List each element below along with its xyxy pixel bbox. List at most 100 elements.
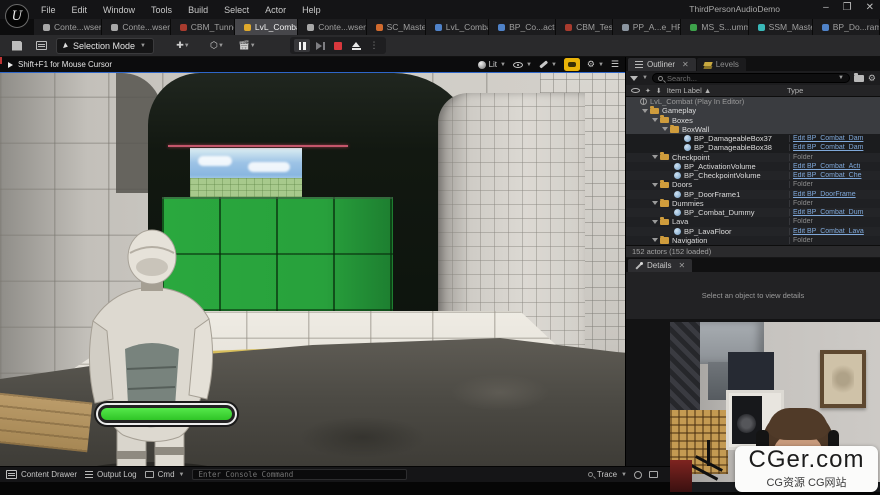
blueprints-dropdown[interactable]: ⬡▼: [208, 38, 226, 53]
tab-content-browser-1[interactable]: Conte...wser 1: [34, 19, 102, 35]
tab-lvl-combat[interactable]: LvL_Combat: [235, 19, 298, 35]
outliner-row-folder[interactable]: LavaFolder: [626, 217, 880, 226]
eye-icon: [513, 62, 523, 68]
outliner-row-actor[interactable]: BP_LavaFloorEdit BP_Combat_Lava: [626, 227, 880, 236]
outliner-row-actor[interactable]: BP_Combat_DummyEdit BP_Combat_Dum: [626, 208, 880, 217]
tab-details[interactable]: Details✕: [628, 259, 692, 272]
chevron-down-icon[interactable]: ▼: [838, 75, 844, 81]
status-record-icon[interactable]: [634, 471, 642, 479]
outliner-row-actor[interactable]: BP_CheckpointVolumeEdit BP_Combat_Che: [626, 171, 880, 180]
edit-blueprint-link[interactable]: Edit BP_Combat_Lava: [789, 228, 877, 235]
menu-select[interactable]: Select: [217, 2, 256, 18]
tab-ssm-master[interactable]: SSM_Master: [749, 19, 813, 35]
create-folder-icon[interactable]: [854, 75, 864, 82]
expander-icon[interactable]: [652, 155, 658, 159]
menu-actor[interactable]: Actor: [258, 2, 293, 18]
show-flags-dropdown[interactable]: ▼: [513, 62, 532, 68]
outliner-row-folder[interactable]: BoxWall: [626, 125, 880, 134]
status-snapshot-icon[interactable]: [649, 471, 658, 478]
expander-icon[interactable]: [662, 127, 668, 131]
sort-arrow-icon[interactable]: ⬇: [656, 87, 662, 95]
content-drawer-toggle[interactable]: Content Drawer: [6, 470, 77, 479]
laser-line: [168, 145, 348, 147]
pause-button[interactable]: [294, 39, 310, 52]
outliner-row-folder[interactable]: Boxes: [626, 116, 880, 125]
tab-pp-hpf[interactable]: PP_A...e_HPF: [613, 19, 682, 35]
play-options-button[interactable]: ⋮: [366, 39, 382, 52]
level-viewport[interactable]: Shift+F1 for Mouse Cursor Lit▼ ▼ ▼ ⚙▼ ☰: [0, 57, 625, 466]
outliner-row-world[interactable]: LvL_Combat (Play In Editor): [626, 97, 880, 106]
expander-icon[interactable]: [642, 109, 648, 113]
outliner-row-folder[interactable]: NavigationFolder: [626, 236, 880, 245]
edit-blueprint-link[interactable]: Edit BP_Combat_Acti: [789, 163, 877, 170]
output-log-toggle[interactable]: Output Log: [85, 470, 137, 479]
outliner-settings-icon[interactable]: ⚙: [868, 73, 876, 84]
tab-ms-dummy[interactable]: MS_S...ummy: [681, 19, 748, 35]
selection-mode-dropdown[interactable]: Selection Mode ▼: [56, 38, 154, 54]
tab-bp-doorframe[interactable]: BP_Do...rame: [813, 19, 880, 35]
brush-dropdown[interactable]: ▼: [539, 62, 557, 68]
tab-bp-character[interactable]: BP_Co...acter: [489, 19, 556, 35]
filter-funnel-icon[interactable]: [630, 76, 638, 81]
cinematics-dropdown[interactable]: 🎬︎▼: [238, 38, 256, 53]
tab-content-browser-2[interactable]: Conte...wser 2: [102, 19, 170, 35]
tab-levels[interactable]: Levels: [697, 58, 746, 71]
outliner-row-actor[interactable]: BP_DoorFrame1Edit BP_DoorFrame: [626, 190, 880, 199]
expander-icon[interactable]: [652, 238, 658, 242]
visibility-column-icon[interactable]: [631, 88, 640, 93]
add-actor-dropdown[interactable]: ✚▼: [174, 38, 192, 53]
content-drawer-button[interactable]: [32, 38, 50, 53]
tab-content-browser-3[interactable]: Conte...wser 3: [298, 19, 366, 35]
expander-icon[interactable]: [652, 220, 658, 224]
menu-edit[interactable]: Edit: [65, 2, 95, 18]
expander-icon[interactable]: [652, 201, 658, 205]
resume-button[interactable]: [312, 39, 328, 52]
menu-window[interactable]: Window: [96, 2, 142, 18]
outliner-icon: [635, 61, 643, 68]
pin-column-icon[interactable]: ✦: [645, 87, 651, 95]
outliner-row-folder[interactable]: Gameplay: [626, 106, 880, 115]
edit-blueprint-link[interactable]: Edit BP_Combat_Dum: [789, 209, 877, 216]
close-icon[interactable]: ✕: [678, 261, 685, 270]
edit-blueprint-link[interactable]: Edit BP_Combat_Dam: [789, 144, 877, 151]
outliner-row-actor[interactable]: BP_ActivationVolumeEdit BP_Combat_Acti: [626, 162, 880, 171]
edit-blueprint-link[interactable]: Edit BP_Combat_Che: [789, 172, 877, 179]
view-mode-dropdown[interactable]: Lit▼: [478, 60, 506, 69]
chevron-down-icon[interactable]: ▼: [642, 75, 648, 81]
maximize-button[interactable]: ❐: [843, 2, 852, 13]
outliner-row-folder[interactable]: DoorsFolder: [626, 180, 880, 189]
menu-help[interactable]: Help: [295, 2, 328, 18]
close-icon[interactable]: ✕: [682, 60, 689, 69]
tab-sc-master[interactable]: SC_Master: [367, 19, 426, 35]
eject-button[interactable]: [348, 39, 364, 52]
edit-blueprint-link[interactable]: Edit BP_DoorFrame: [789, 191, 877, 198]
save-button[interactable]: [8, 38, 26, 53]
menu-tools[interactable]: Tools: [144, 2, 179, 18]
menu-build[interactable]: Build: [181, 2, 215, 18]
trace-dropdown[interactable]: Trace▼: [588, 470, 627, 479]
edit-blueprint-link[interactable]: Edit BP_Combat_Dam: [789, 135, 877, 142]
outliner-search-input[interactable]: Search... ▼: [652, 73, 850, 83]
outliner-row-actor[interactable]: BP_DamageableBox37Edit BP_Combat_Dam: [626, 134, 880, 143]
column-item-label[interactable]: Item Label ▲: [667, 86, 712, 95]
tab-cbm-test[interactable]: CBM_Test: [556, 19, 613, 35]
expander-icon[interactable]: [652, 183, 658, 187]
tab-lvl-combat-2[interactable]: LvL_Combat: [426, 19, 489, 35]
menu-file[interactable]: File: [34, 2, 63, 18]
stop-button[interactable]: [330, 39, 346, 52]
outliner-row-folder[interactable]: CheckpointFolder: [626, 153, 880, 162]
outliner-row-folder[interactable]: DummiesFolder: [626, 199, 880, 208]
expander-icon[interactable]: [652, 118, 658, 122]
viewport-settings-dropdown[interactable]: ⚙▼: [587, 59, 604, 70]
console-command-input[interactable]: [192, 469, 407, 480]
hamburger-icon[interactable]: ☰: [611, 59, 619, 70]
outliner-row-actor[interactable]: BP_DamageableBox38Edit BP_Combat_Dam: [626, 143, 880, 152]
minimize-button[interactable]: –: [823, 2, 829, 13]
cmd-dropdown[interactable]: Cmd▼: [145, 470, 185, 479]
column-type[interactable]: Type: [787, 86, 875, 95]
tab-cbm-tunnel[interactable]: CBM_Tunnel: [171, 19, 235, 35]
actor-icon: [674, 172, 681, 179]
tab-outliner[interactable]: Outliner✕: [628, 58, 696, 71]
game-controller-button[interactable]: [564, 58, 580, 71]
close-button[interactable]: ✕: [866, 2, 874, 13]
